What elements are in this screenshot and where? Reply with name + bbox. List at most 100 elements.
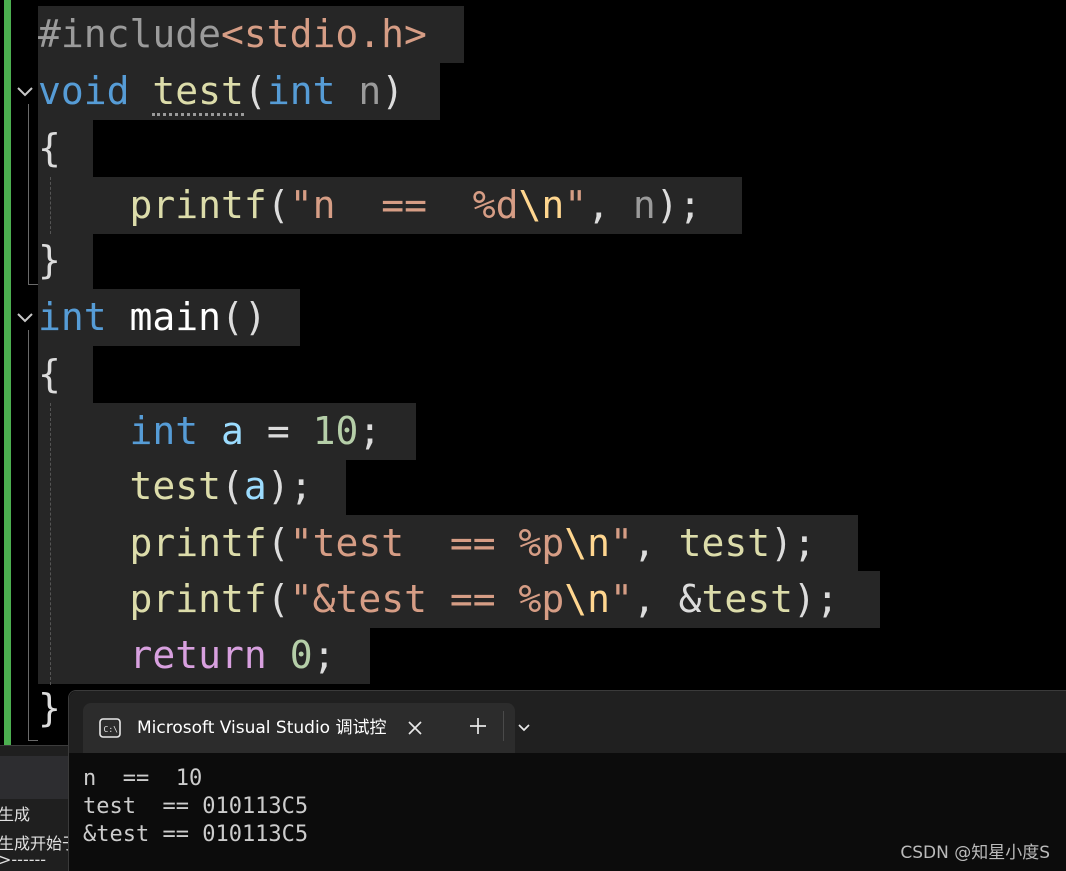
code-token: return (129, 633, 267, 677)
code-line: } (38, 232, 61, 289)
code-token: ( (266, 577, 290, 621)
code-line: int main() (38, 289, 267, 346)
watermark-text: CSDN @知星小度S (900, 843, 1050, 863)
code-line: { (38, 346, 61, 403)
code-token: } (38, 686, 61, 730)
code-token: , (587, 183, 633, 227)
fold-guide-line (28, 330, 29, 740)
code-token: ); (793, 577, 839, 621)
fold-chevron-icon[interactable] (14, 306, 36, 328)
code-line: int a = 10; (38, 403, 382, 460)
code-token: () (221, 295, 267, 339)
code-line: printf("&test == %p\n", &test); (38, 571, 839, 628)
code-token: n (632, 183, 656, 227)
code-token: , (632, 521, 679, 565)
console-output-line: &test == 010113C5 (83, 822, 309, 847)
code-token: \n (564, 521, 610, 565)
code-token: "test == %p (289, 521, 565, 565)
code-token: test (152, 69, 244, 116)
output-panel: 生成 生成开始于 >------ (0, 745, 78, 871)
code-token: \n (518, 183, 565, 227)
code-line: void test(int n) (38, 63, 404, 120)
code-token: main (129, 295, 222, 339)
code-token: test (129, 464, 222, 508)
code-token: 10 (312, 409, 359, 453)
code-token: printf (129, 577, 267, 621)
fold-guide-line (28, 740, 38, 741)
code-line: test(a); (38, 458, 313, 515)
console-output-line: n == 10 (83, 766, 203, 791)
code-token: void (38, 69, 130, 113)
code-token: int (38, 295, 107, 339)
titlebar-divider (503, 711, 504, 741)
code-line: return 0; (38, 627, 336, 684)
console-tab[interactable]: C:\ Microsoft Visual Studio 调试控制台 (83, 703, 515, 753)
svg-text:C:\: C:\ (104, 725, 119, 734)
code-token: a (243, 464, 267, 508)
code-token: printf (129, 521, 267, 565)
code-token: a (221, 409, 244, 453)
close-icon[interactable] (403, 716, 427, 740)
output-panel-header (0, 756, 70, 799)
code-token: ( (243, 69, 267, 113)
fold-chevron-icon[interactable] (14, 80, 36, 102)
chevron-down-icon[interactable] (513, 717, 535, 739)
code-token: ; (358, 409, 382, 453)
code-token: #include (38, 12, 222, 56)
code-token: ( (266, 521, 290, 565)
code-token: "&test == %p (289, 577, 565, 621)
code-line: #include<stdio.h> (38, 6, 427, 63)
code-token: n (358, 69, 382, 113)
output-line: 生成 (0, 805, 31, 824)
code-token: int (129, 409, 199, 453)
terminal-icon: C:\ (99, 718, 121, 738)
code-token: test (701, 577, 794, 621)
code-token: " (610, 521, 633, 565)
code-token: int (266, 69, 336, 113)
console-titlebar: C:\ Microsoft Visual Studio 调试控制台 (69, 691, 1066, 753)
fold-guide-line (28, 284, 38, 285)
change-indicator-bar (4, 0, 11, 745)
code-token: ; (312, 633, 336, 677)
code-token: { (38, 352, 61, 396)
code-token: " (564, 183, 588, 227)
console-tab-title: Microsoft Visual Studio 调试控制台 (137, 718, 387, 738)
code-token: = (243, 409, 313, 453)
code-token: ) (381, 69, 405, 113)
code-token: 0 (289, 633, 313, 677)
code-token: <stdio.h> (221, 12, 427, 56)
code-line: } (38, 680, 61, 737)
code-token: ); (266, 464, 313, 508)
fold-guide-line (28, 104, 29, 284)
code-line: { (38, 120, 61, 177)
code-token: ); (655, 183, 702, 227)
code-token: " (610, 577, 633, 621)
code-token: ); (770, 521, 816, 565)
plus-icon[interactable] (467, 715, 489, 737)
console-output-line: test == 010113C5 (83, 794, 309, 819)
output-line: >------ (0, 850, 47, 869)
code-token: ( (266, 183, 290, 227)
code-token: ( (221, 464, 244, 508)
code-line: printf("test == %p\n", test); (38, 515, 816, 572)
code-token: \n (564, 577, 610, 621)
code-token: { (38, 126, 61, 170)
code-token: } (38, 238, 61, 282)
code-editor[interactable]: #include<stdio.h> void test(int n) { pri… (0, 0, 1066, 745)
code-token: , & (632, 577, 702, 621)
code-token: test (678, 521, 771, 565)
code-token: "n == %d (289, 183, 519, 227)
code-token: printf (129, 183, 267, 227)
code-line: printf("n == %d\n", n); (38, 177, 702, 234)
